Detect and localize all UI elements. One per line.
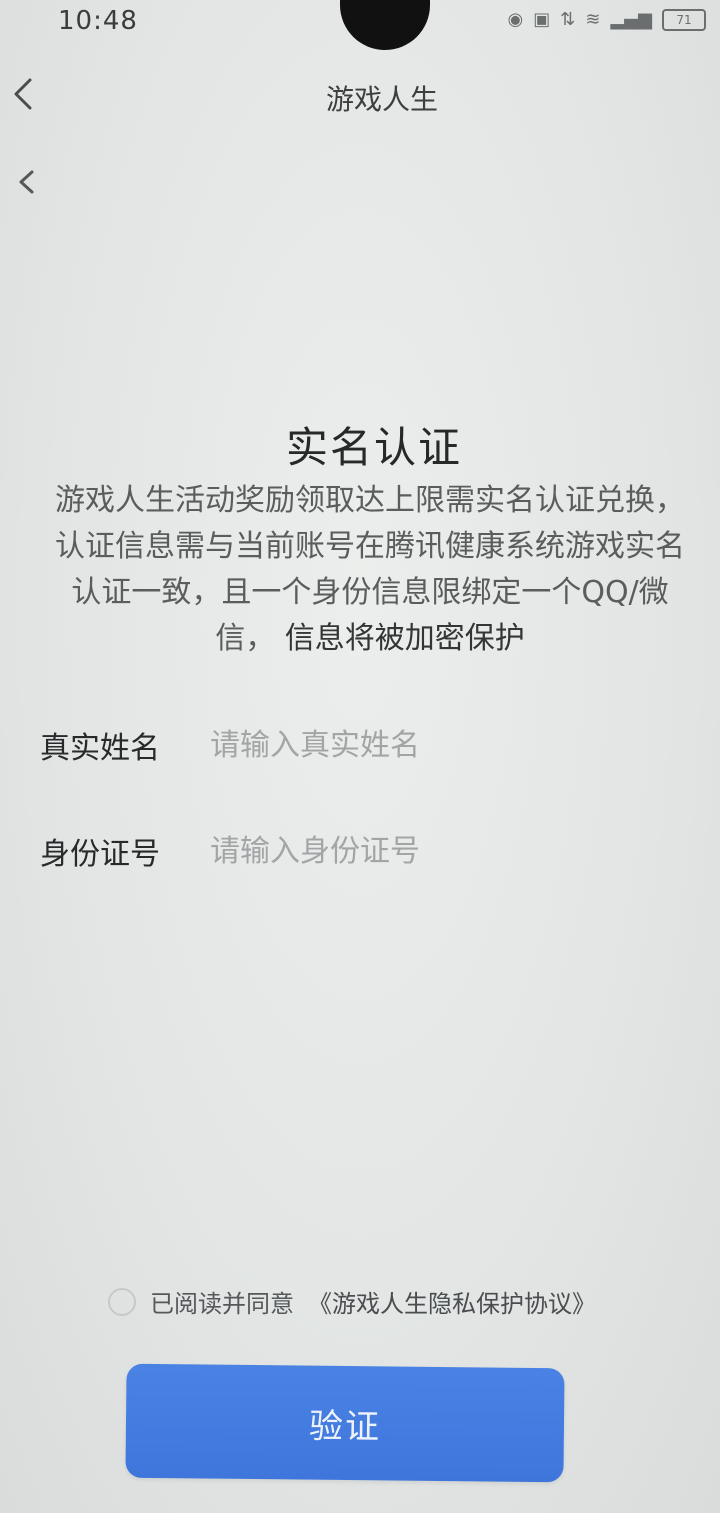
notification-icon: ▣ (533, 9, 551, 30)
encryption-note: 信息将被加密保护 (284, 621, 525, 656)
battery-icon: 71 (662, 9, 706, 31)
description-line: 认证一致，且一个身份信息限绑定一个QQ/微 (71, 575, 669, 610)
description-line-last: 信， 信息将被加密保护 (40, 616, 700, 662)
agreement-row: 已阅读并同意 《游戏人生隐私保护协议》 (108, 1284, 596, 1319)
verify-button[interactable]: 验证 (125, 1363, 565, 1483)
id-row: 身份证号 (40, 826, 680, 876)
status-bar: 10:48 ◉ ▣ ⇅ ≋ ▂▄▆ 71 (0, 0, 720, 50)
name-label: 真实姓名 (40, 731, 160, 766)
agreement-radio[interactable] (108, 1287, 136, 1316)
privacy-policy-link[interactable]: 《游戏人生隐私保护协议》 (308, 1284, 596, 1319)
agreement-text: 已阅读并同意 (150, 1290, 294, 1318)
chevron-left-icon (19, 170, 34, 194)
description-line: 认证信息需与当前账号在腾讯健康系统游戏实名 (55, 529, 685, 564)
name-row: 真实姓名 (40, 720, 680, 770)
page-title: 实名认证 (285, 423, 462, 472)
signal-icon: ▂▄▆ (610, 9, 652, 30)
description-line: 游戏人生活动奖励领取达上限需实名认证兑换， (55, 483, 685, 518)
status-time: 10:48 (58, 6, 138, 36)
id-number-input[interactable] (210, 833, 680, 869)
description-line: 信， (215, 621, 276, 656)
screen: 10:48 ◉ ▣ ⇅ ≋ ▂▄▆ 71 游戏人生 实名认证 游戏人生活动奖励领… (0, 0, 720, 1513)
description: 游戏人生活动奖励领取达上限需实名认证兑换， 认证信息需与当前账号在腾讯健康系统游… (40, 478, 700, 662)
eye-icon: ◉ (507, 9, 524, 30)
nav-title: 游戏人生 (325, 83, 438, 116)
wifi-icon: ≋ (585, 9, 601, 30)
camera-notch (340, 0, 430, 50)
name-input[interactable] (210, 727, 680, 763)
id-label: 身份证号 (40, 837, 160, 872)
secondary-back-button[interactable] (12, 164, 42, 200)
status-icons: ◉ ▣ ⇅ ≋ ▂▄▆ 71 (508, 8, 706, 32)
network-speed-icon: ⇅ (560, 9, 576, 30)
